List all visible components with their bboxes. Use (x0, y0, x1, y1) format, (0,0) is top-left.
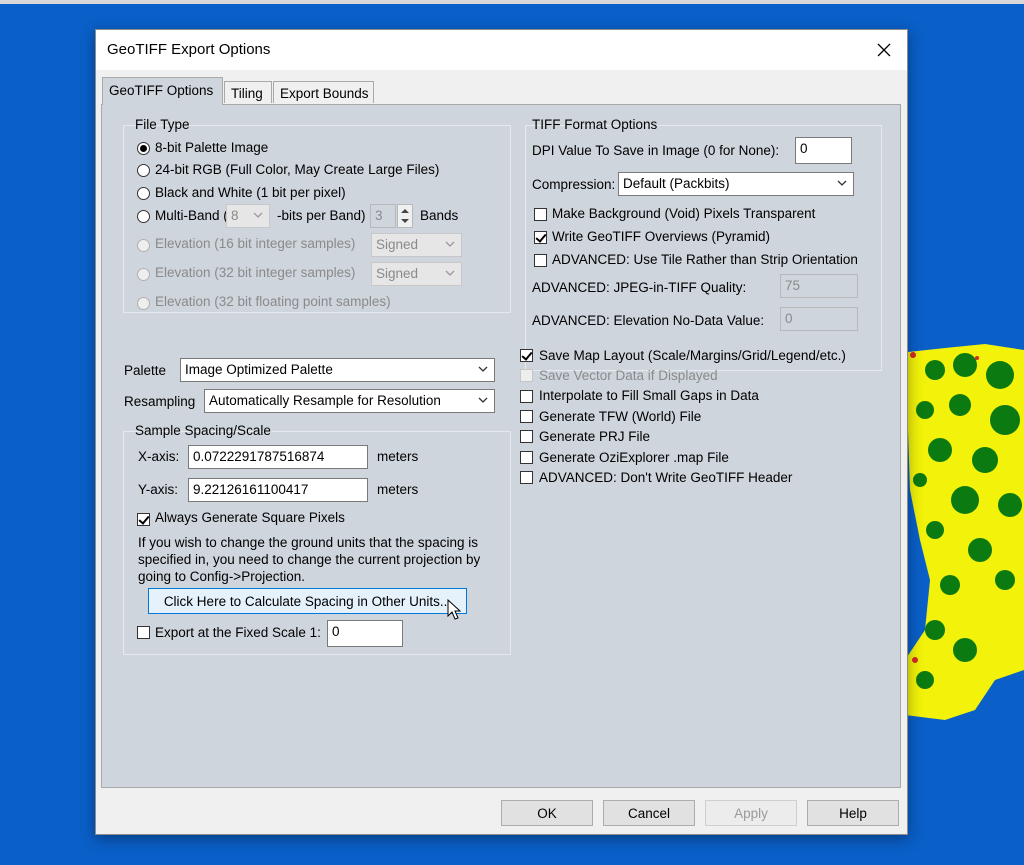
no-header-checkbox[interactable] (520, 471, 533, 484)
fixed-scale-input[interactable]: 0 (327, 620, 403, 647)
fixed-scale-label: Export at the Fixed Scale 1: (155, 625, 321, 640)
nodata-input[interactable]: 0 (780, 307, 858, 331)
chevron-down-icon (445, 241, 455, 247)
spacing-info-text: If you wish to change the ground units t… (138, 535, 481, 584)
screen-top-edge (0, 0, 1024, 4)
radio-black-white[interactable] (137, 187, 150, 200)
y-axis-label: Y-axis: (138, 482, 179, 497)
make-bg-transparent-checkbox[interactable] (534, 208, 547, 221)
use-tile-label: ADVANCED: Use Tile Rather than Strip Ori… (552, 252, 858, 267)
dpi-input[interactable]: 0 (795, 137, 852, 164)
save-vector-label: Save Vector Data if Displayed (539, 368, 718, 383)
bands-count-input[interactable]: 3 (370, 204, 396, 228)
no-header-label: ADVANCED: Don't Write GeoTIFF Header (539, 470, 793, 485)
y-axis-units: meters (377, 482, 419, 497)
close-icon (877, 43, 891, 57)
save-layout-checkbox[interactable] (520, 349, 533, 362)
palette-select[interactable]: Image Optimized Palette (180, 358, 495, 382)
close-button[interactable] (861, 30, 907, 70)
radio-elevation-16bit[interactable] (137, 239, 150, 252)
jpeg-quality-input[interactable]: 75 (780, 274, 858, 298)
apply-button[interactable]: Apply (705, 800, 797, 826)
signed-16bit-select[interactable]: Signed (371, 233, 462, 257)
tiff-format-title: TIFF Format Options (532, 117, 658, 132)
fixed-scale-checkbox[interactable] (137, 626, 150, 639)
ozi-checkbox[interactable] (520, 451, 533, 464)
prj-label: Generate PRJ File (539, 429, 651, 444)
radio-multi-band-label: Multi-Band ( (155, 208, 228, 223)
jpeg-quality-label: ADVANCED: JPEG-in-TIFF Quality: (532, 280, 747, 295)
chevron-down-icon (837, 180, 847, 186)
x-axis-units: meters (377, 449, 419, 464)
tab-geotiff-options[interactable]: GeoTIFF Options (102, 77, 223, 105)
chevron-down-icon (445, 270, 455, 276)
radio-black-white-label: Black and White (1 bit per pixel) (155, 185, 346, 200)
tfw-checkbox[interactable] (520, 410, 533, 423)
x-axis-input[interactable]: 0.0722291787516874 (188, 445, 368, 469)
square-pixels-checkbox[interactable] (137, 513, 150, 526)
radio-elevation-32bit-float[interactable] (137, 297, 150, 310)
compression-label: Compression: (532, 177, 616, 192)
make-bg-transparent-label: Make Background (Void) Pixels Transparen… (552, 206, 816, 221)
file-type-title: File Type (135, 117, 190, 132)
save-vector-checkbox[interactable] (520, 369, 533, 382)
radio-multi-band[interactable] (137, 210, 150, 223)
bands-spinner-icon[interactable] (397, 204, 413, 228)
cancel-button[interactable]: Cancel (603, 800, 695, 826)
resampling-label: Resampling (124, 394, 196, 409)
tab-tiling[interactable]: Tiling (224, 81, 272, 103)
ozi-label: Generate OziExplorer .map File (539, 450, 729, 465)
sample-spacing-title: Sample Spacing/Scale (135, 423, 271, 438)
interpolate-checkbox[interactable] (520, 390, 533, 403)
tab-panel: File Type 8-bit Palette Image 24-bit RGB… (101, 104, 901, 788)
radio-24bit-rgb[interactable] (137, 164, 150, 177)
y-axis-input[interactable]: 9.22126161100417 (188, 478, 368, 502)
bits-per-band-label: -bits per Band) (277, 208, 366, 223)
palette-label: Palette (124, 363, 167, 378)
radio-elevation-16bit-label: Elevation (16 bit integer samples) (155, 236, 356, 251)
x-axis-label: X-axis: (138, 449, 180, 464)
multiband-bits-select[interactable]: 8 (226, 204, 270, 228)
compression-select[interactable]: Default (Packbits) (618, 172, 854, 196)
square-pixels-label: Always Generate Square Pixels (155, 510, 345, 525)
chevron-down-icon (253, 212, 263, 218)
calculate-spacing-button[interactable]: Click Here to Calculate Spacing in Other… (148, 588, 467, 614)
signed-32bit-select[interactable]: Signed (371, 262, 462, 286)
tfw-label: Generate TFW (World) File (539, 409, 702, 424)
radio-elevation-32bit-int-label: Elevation (32 bit integer samples) (155, 265, 356, 280)
chevron-down-icon (478, 366, 488, 372)
resampling-select[interactable]: Automatically Resample for Resolution (204, 389, 495, 413)
nodata-label: ADVANCED: Elevation No-Data Value: (532, 313, 765, 328)
prj-checkbox[interactable] (520, 430, 533, 443)
tab-export-bounds[interactable]: Export Bounds (273, 81, 374, 103)
background-map-image (905, 344, 1024, 720)
radio-elevation-32bit-float-label: Elevation (32 bit floating point samples… (155, 294, 391, 309)
interpolate-label: Interpolate to Fill Small Gaps in Data (539, 388, 759, 403)
help-button[interactable]: Help (807, 800, 899, 826)
dialog-titlebar: GeoTIFF Export Options (96, 30, 907, 70)
ok-button[interactable]: OK (501, 800, 593, 826)
radio-8bit-palette[interactable] (137, 142, 150, 155)
use-tile-checkbox[interactable] (534, 254, 547, 267)
mouse-cursor-icon (447, 599, 462, 620)
chevron-down-icon (478, 397, 488, 403)
geotiff-export-dialog: GeoTIFF Export Options GeoTIFF Options T… (95, 29, 908, 835)
dialog-title: GeoTIFF Export Options (107, 41, 271, 58)
save-layout-label: Save Map Layout (Scale/Margins/Grid/Lege… (539, 348, 846, 363)
bands-label: Bands (420, 208, 459, 223)
radio-8bit-palette-label: 8-bit Palette Image (155, 140, 269, 155)
radio-elevation-32bit-int[interactable] (137, 268, 150, 281)
write-overviews-label: Write GeoTIFF Overviews (Pyramid) (552, 229, 771, 244)
dpi-label: DPI Value To Save in Image (0 for None): (532, 143, 780, 158)
radio-24bit-rgb-label: 24-bit RGB (Full Color, May Create Large… (155, 162, 440, 177)
write-overviews-checkbox[interactable] (534, 231, 547, 244)
